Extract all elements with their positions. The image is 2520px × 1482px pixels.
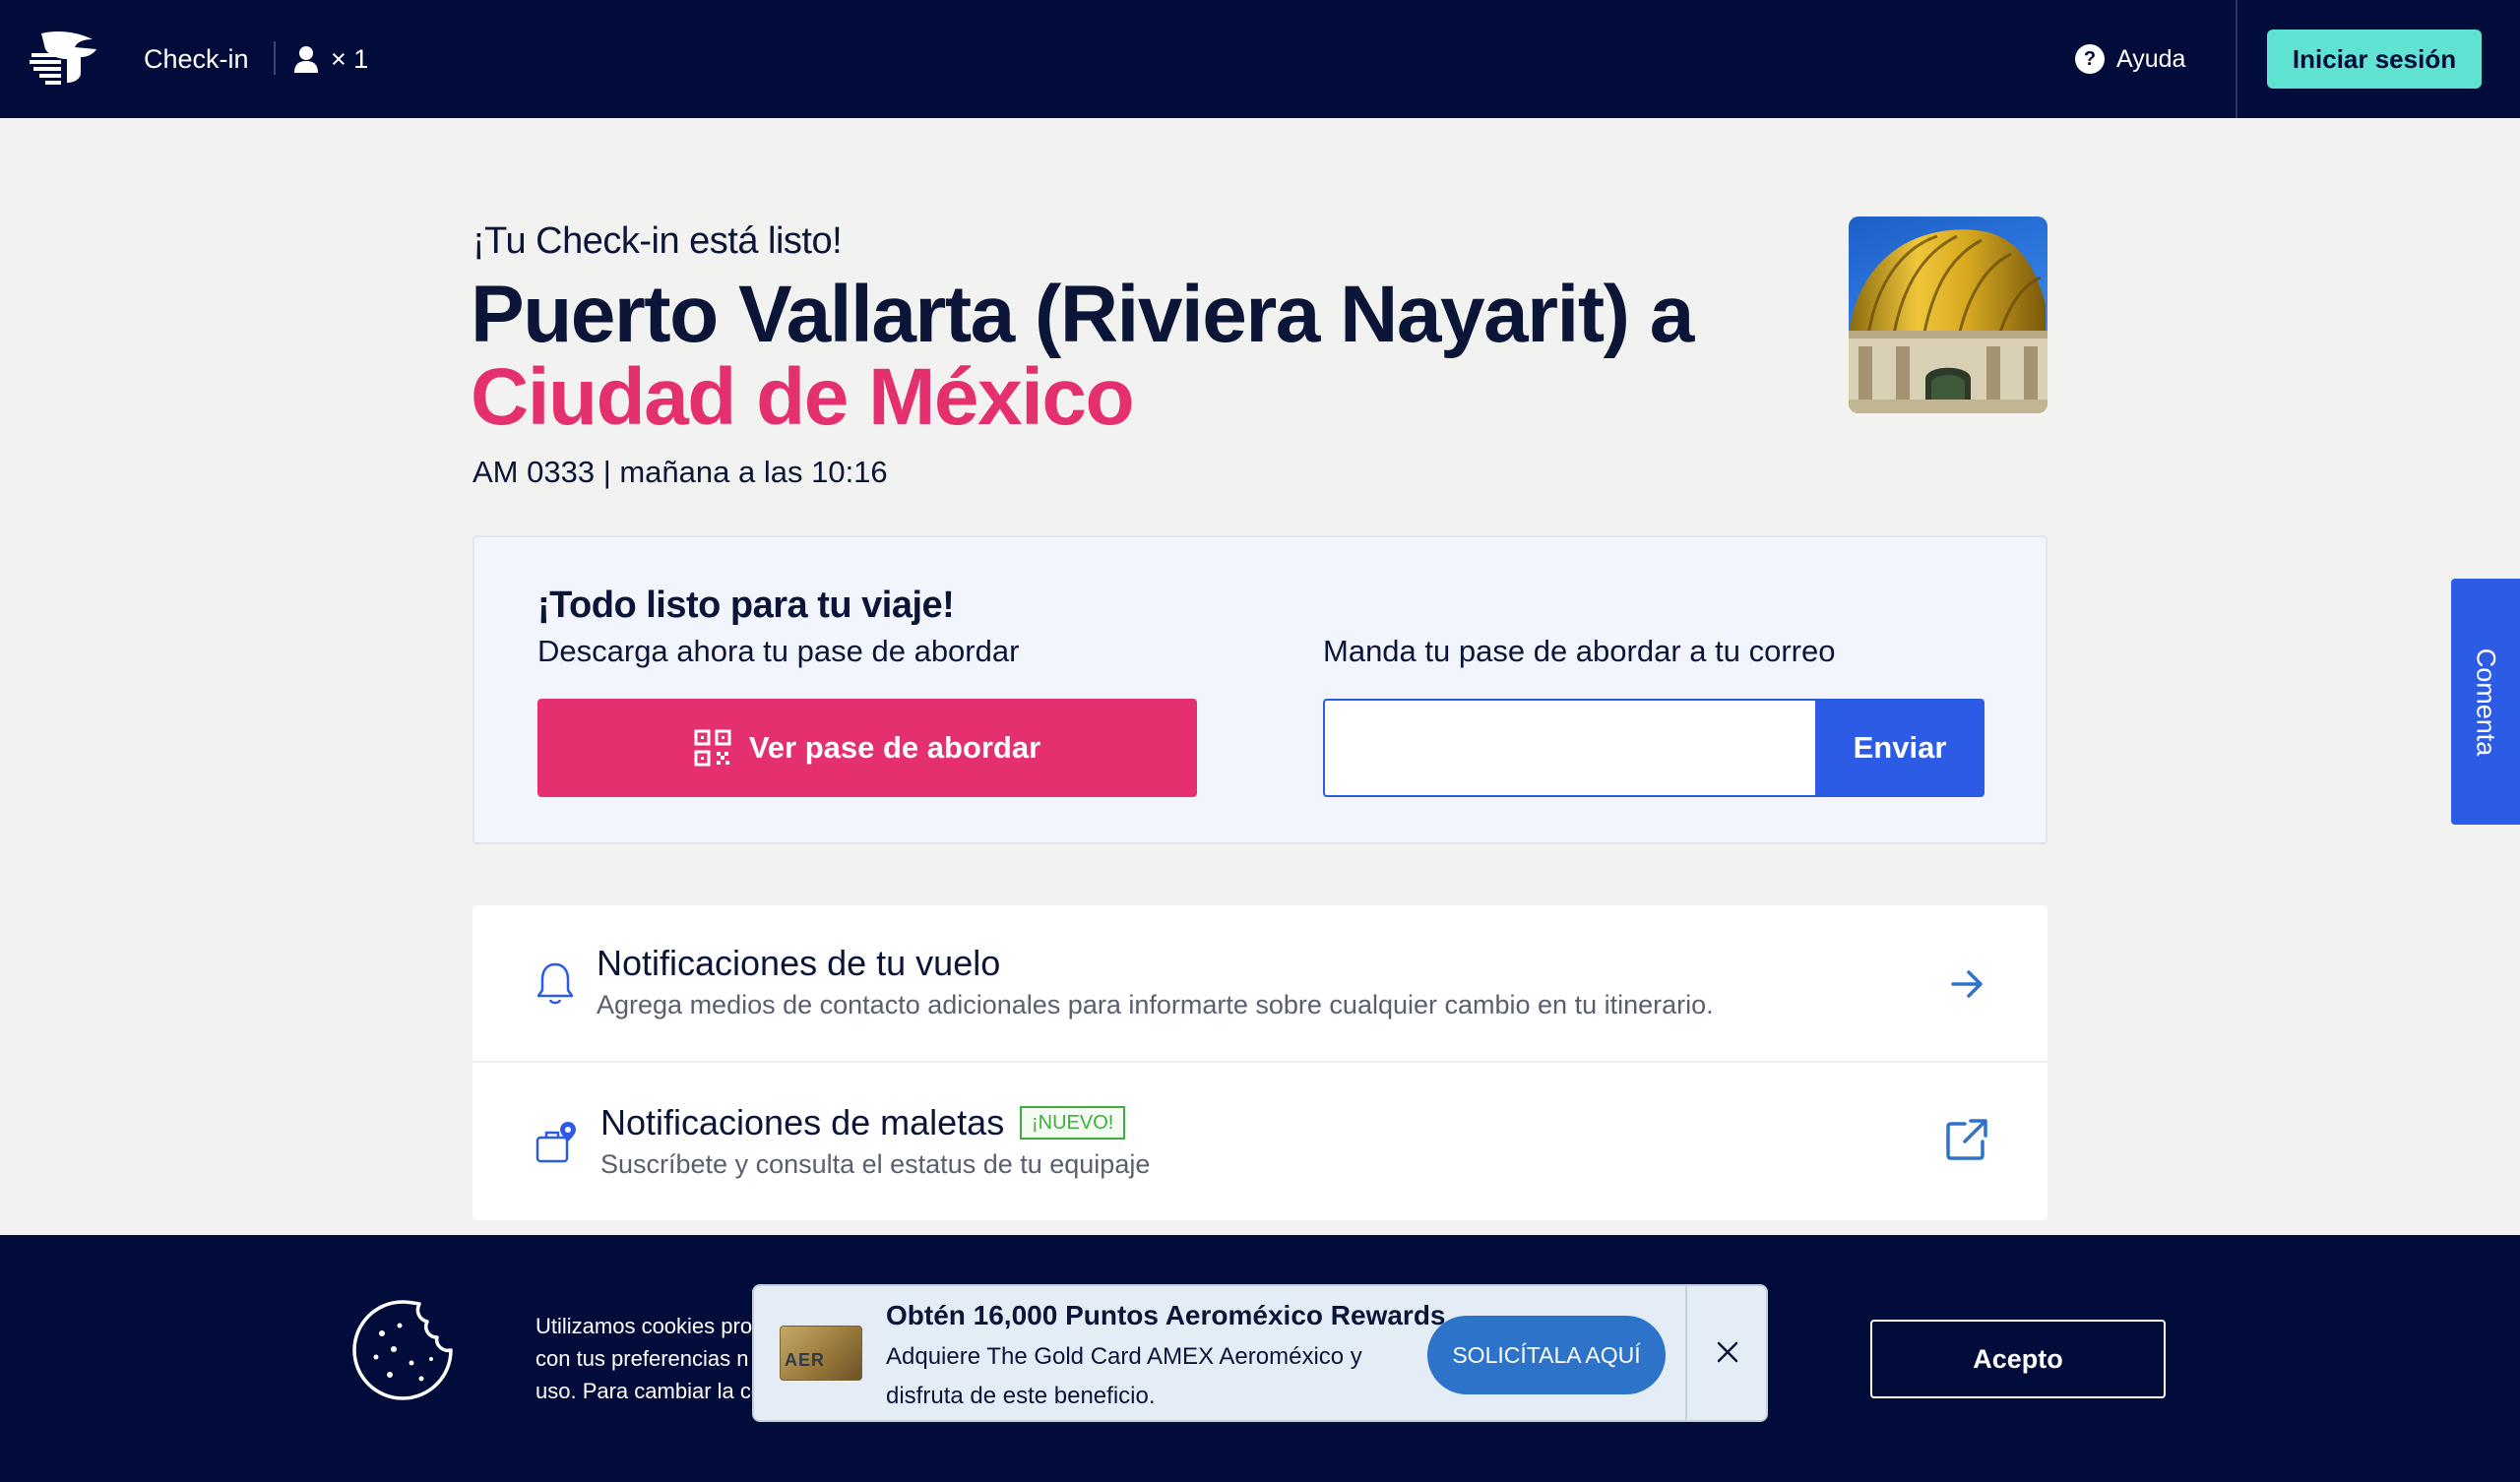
- passenger-count[interactable]: × 1: [293, 0, 368, 118]
- header-separator: [274, 41, 276, 75]
- cookie-icon: [352, 1300, 453, 1400]
- view-boarding-pass-label: Ver pase de abordar: [748, 730, 1041, 765]
- promo-title: Obtén 16,000 Puntos Aeroméxico Rewards: [886, 1300, 1446, 1330]
- flight-notifications-title: Notificaciones de tu vuelo: [597, 943, 1001, 983]
- help-label: Ayuda: [2116, 44, 2186, 73]
- baggage-notifications-description: Suscríbete y consulta el estatus de tu e…: [600, 1149, 1151, 1179]
- view-boarding-pass-button[interactable]: Ver pase de abordar: [537, 699, 1197, 797]
- baggage-notifications-title: Notificaciones de maletas: [600, 1102, 1005, 1142]
- arrow-right-icon[interactable]: [1945, 962, 1988, 1006]
- nav-checkin[interactable]: Check-in: [144, 0, 249, 118]
- passenger-count-label: × 1: [331, 43, 369, 74]
- notifications-list: Notificaciones de tu vuelo Agrega medios…: [472, 905, 2048, 1220]
- help-link[interactable]: ? Ayuda: [2075, 0, 2185, 118]
- boarding-subtitle: Descarga ahora tu pase de abordar: [537, 634, 1020, 668]
- top-header: Check-in × 1 ? Ayuda Iniciar sesión: [0, 0, 2520, 118]
- boarding-pass-card: ¡Todo listo para tu viaje! Descarga ahor…: [472, 535, 2048, 844]
- aeromexico-logo-icon[interactable]: [28, 30, 98, 87]
- send-email-button[interactable]: Enviar: [1815, 699, 1984, 797]
- amex-promo-popup: AER Obtén 16,000 Puntos Aeroméxico Rewar…: [752, 1284, 1768, 1422]
- person-icon: [294, 46, 318, 73]
- checkin-ready-text: ¡Tu Check-in está listo!: [472, 220, 843, 262]
- amex-gold-card-image: AER: [780, 1326, 862, 1381]
- destination-image: [1849, 216, 2048, 413]
- feedback-tab[interactable]: Comenta: [2451, 579, 2520, 825]
- card-brand-text: AER: [785, 1350, 826, 1370]
- luggage-location-icon: [536, 1122, 576, 1163]
- flight-notifications-row[interactable]: Notificaciones de tu vuelo Agrega medios…: [472, 905, 2048, 1063]
- promo-description: Adquiere The Gold Card AMEX Aeroméxico y…: [886, 1343, 1362, 1409]
- accept-cookies-button[interactable]: Acepto: [1870, 1320, 2166, 1398]
- flight-notifications-description: Agrega medios de contacto adicionales pa…: [597, 990, 1714, 1019]
- login-button[interactable]: Iniciar sesión: [2267, 30, 2482, 89]
- qr-code-icon: [694, 729, 731, 767]
- email-input[interactable]: [1323, 699, 1817, 797]
- boarding-title: ¡Todo listo para tu viaje!: [537, 585, 955, 626]
- help-icon: ?: [2075, 44, 2105, 74]
- email-pass-label: Manda tu pase de abordar a tu correo: [1323, 634, 1836, 668]
- palacio-bellas-artes-image: [1849, 229, 2048, 413]
- external-link-icon[interactable]: [1945, 1118, 1988, 1161]
- flight-info: AM 0333 | mañana a las 10:16: [472, 455, 888, 489]
- route-origin: Puerto Vallarta (Riviera Nayarit) a: [471, 270, 1694, 359]
- feedback-tab-label: Comenta: [2471, 648, 2501, 756]
- promo-divider: [1685, 1286, 1687, 1420]
- baggage-notifications-row[interactable]: Notificaciones de maletas ¡NUEVO! Suscrí…: [472, 1063, 2048, 1220]
- route-title: Puerto Vallarta (Riviera Nayarit) a Ciud…: [471, 274, 1849, 439]
- bell-icon: [536, 962, 574, 1005]
- close-icon[interactable]: [1713, 1337, 1742, 1367]
- route-destination: Ciudad de México: [471, 352, 1135, 442]
- new-badge: ¡NUEVO!: [1020, 1106, 1126, 1140]
- header-divider: [2236, 0, 2237, 118]
- apply-now-button[interactable]: SOLICÍTALA AQUÍ: [1427, 1316, 1666, 1394]
